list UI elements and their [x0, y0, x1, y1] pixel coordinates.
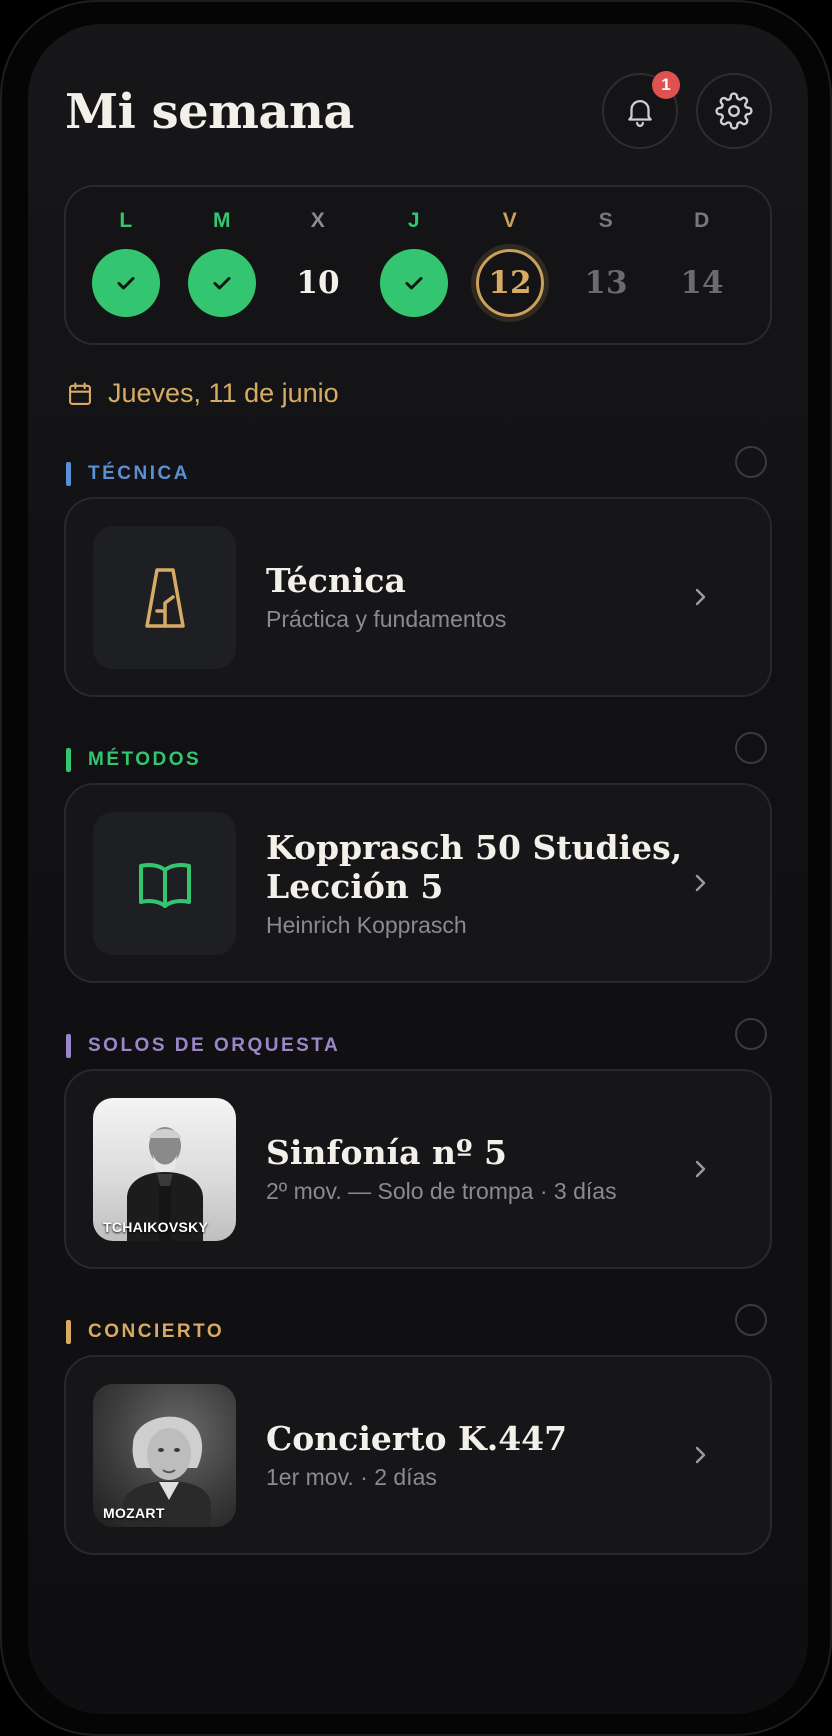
day-number: 14: [680, 265, 724, 301]
card-title: Sinfonía nº 5: [266, 1133, 507, 1172]
day-monday[interactable]: L: [78, 187, 174, 347]
bell-icon: [628, 100, 652, 127]
chevron-right-icon: [695, 1160, 706, 1178]
card-subtitle: 2º mov. — Solo de trompa · 3 días: [266, 1178, 617, 1204]
phone-frame: Mi semana 1 L M X 10 J V 12 S 13 D 14 Ju…: [0, 0, 832, 1736]
day-friday[interactable]: V 12: [462, 187, 558, 347]
card-thumbnail: [93, 526, 236, 669]
day-circle: 13: [572, 249, 640, 317]
day-wednesday[interactable]: X 10: [270, 187, 366, 347]
chevron-right-icon: [695, 1446, 706, 1464]
day-done-circle: [380, 249, 448, 317]
day-saturday[interactable]: S 13: [558, 187, 654, 347]
notification-badge: 1: [652, 71, 680, 99]
week-strip: L M X 10 J V 12 S 13 D 14: [64, 185, 772, 345]
section-header-solos-de-orquesta: SOLOS DE ORQUESTA: [66, 1034, 340, 1058]
day-letter: D: [694, 209, 710, 232]
day-letter: M: [213, 209, 231, 232]
day-today-circle: 12: [476, 249, 544, 317]
portrait-caption: TCHAIKOVSKY: [103, 1219, 209, 1235]
card-title: Concierto K.447: [266, 1419, 568, 1458]
day-circle: 10: [284, 249, 352, 317]
section-color-bar: [66, 1320, 71, 1344]
open-book-icon: [138, 862, 191, 908]
day-done-circle: [188, 249, 256, 317]
app-screen: Mi semana 1 L M X 10 J V 12 S 13 D 14 Ju…: [28, 24, 808, 1714]
day-letter: S: [598, 209, 614, 232]
section-header-metodos: MÉTODOS: [66, 748, 201, 772]
section-complete-toggle[interactable]: [735, 1018, 767, 1050]
card-thumbnail: [93, 812, 236, 955]
card-text: Técnica Práctica y fundamentos: [266, 499, 696, 695]
card-subtitle: 1er mov. · 2 días: [266, 1464, 437, 1490]
section-color-bar: [66, 1034, 71, 1058]
section-label: TÉCNICA: [88, 463, 190, 484]
section-complete-toggle[interactable]: [735, 446, 767, 478]
card-title: Técnica: [266, 561, 406, 600]
page-title: Mi semana: [65, 84, 355, 140]
section-label: SOLOS DE ORQUESTA: [88, 1035, 341, 1056]
section-complete-toggle[interactable]: [735, 1304, 767, 1336]
card-subtitle: Heinrich Kopprasch: [266, 911, 467, 938]
checkmark-icon: [117, 277, 135, 290]
day-tuesday[interactable]: M: [174, 187, 270, 347]
day-letter: X: [310, 209, 326, 232]
day-number: 12: [488, 265, 532, 301]
checkmark-icon: [405, 277, 423, 290]
task-card-tecnica[interactable]: Técnica Práctica y fundamentos: [64, 497, 772, 697]
task-card-metodos[interactable]: Kopprasch 50 Studies, Lección 5 Heinrich…: [64, 783, 772, 983]
metronome-icon: [144, 567, 185, 628]
checkmark-icon: [213, 277, 231, 290]
composer-portrait-tchaikovsky: TCHAIKOVSKY: [93, 1098, 236, 1241]
portrait-caption: MOZART: [103, 1505, 165, 1521]
chevron-right-icon: [695, 874, 706, 892]
day-circle: 14: [668, 249, 736, 317]
composer-portrait-mozart: MOZART: [93, 1384, 236, 1527]
section-color-bar: [66, 748, 71, 772]
section-label: MÉTODOS: [88, 749, 202, 770]
selected-date: Jueves, 11 de junio: [108, 378, 339, 408]
section-complete-toggle[interactable]: [735, 732, 767, 764]
day-letter: J: [407, 209, 421, 232]
section-label: CONCIERTO: [88, 1321, 225, 1342]
day-number: 10: [296, 265, 340, 301]
task-card-solos[interactable]: TCHAIKOVSKY Sinfonía nº 5 2º mov. — Solo…: [64, 1069, 772, 1269]
task-card-concierto[interactable]: MOZART Concierto K.447 1er mov. · 2 días: [64, 1355, 772, 1555]
selected-date-row: Jueves, 11 de junio: [66, 378, 339, 409]
section-header-concierto: CONCIERTO: [66, 1320, 224, 1344]
card-text: Sinfonía nº 5 2º mov. — Solo de trompa ·…: [266, 1071, 696, 1267]
day-letter: V: [502, 209, 518, 232]
calendar-icon: [69, 381, 91, 405]
day-done-circle: [92, 249, 160, 317]
day-number: 13: [584, 265, 628, 301]
card-text: Concierto K.447 1er mov. · 2 días: [266, 1357, 696, 1553]
chevron-right-icon: [695, 588, 706, 606]
card-title: Kopprasch 50 Studies, Lección 5: [266, 827, 683, 906]
section-header-tecnica: TÉCNICA: [66, 462, 190, 486]
section-color-bar: [66, 462, 71, 486]
card-subtitle: Práctica y fundamentos: [266, 606, 507, 632]
settings-button[interactable]: [696, 73, 772, 149]
gear-icon: [715, 92, 753, 130]
card-text: Kopprasch 50 Studies, Lección 5 Heinrich…: [266, 785, 696, 981]
day-thursday[interactable]: J: [366, 187, 462, 347]
day-sunday[interactable]: D 14: [654, 187, 750, 347]
day-letter: L: [119, 209, 133, 232]
